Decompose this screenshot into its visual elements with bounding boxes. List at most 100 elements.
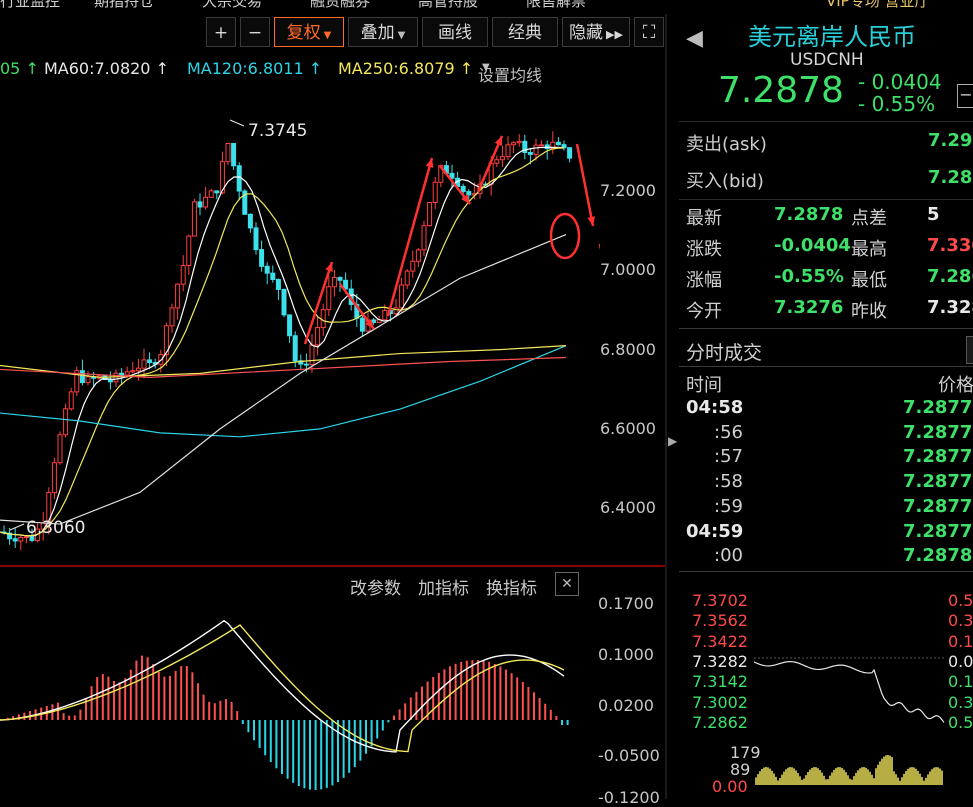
candle-body [359, 317, 365, 332]
mini-pct-label: 0.1 [948, 672, 973, 692]
mini-price-label: 7.2862 [692, 712, 748, 732]
hide-button[interactable]: 隐藏 ▶▶ [562, 17, 630, 47]
pane-divider[interactable] [0, 565, 665, 567]
candle-body [203, 196, 209, 208]
tick-time: :57 [714, 446, 743, 468]
menu-item-2[interactable]: 期指持仓 [94, 0, 154, 11]
candle-body [225, 142, 231, 163]
candle-body [533, 144, 539, 155]
mini-pct-label: 0.0 [948, 651, 973, 671]
ma-line-white [0, 146, 565, 537]
ask-value: 7.290 [928, 130, 973, 151]
stat-label: 点差 [851, 208, 887, 229]
minus-box-icon[interactable]: − [957, 84, 973, 108]
candle-body [460, 185, 466, 193]
hide-label: 隐藏 [569, 23, 604, 43]
tick-price: 7.2877 [903, 495, 973, 517]
tick-time: 04:58 [686, 397, 744, 418]
candle-body [186, 235, 192, 267]
divider [679, 121, 973, 122]
candlestick-chart[interactable] [0, 84, 600, 564]
panel-divider[interactable] [665, 14, 667, 799]
high-price-label: 7.3745 [248, 121, 308, 141]
classic-button[interactable]: 经典 [492, 17, 558, 47]
candle-body [169, 307, 175, 327]
ticks-col-time: 时间 [686, 375, 722, 396]
overlay-dropdown[interactable]: 叠加 ▼ [348, 17, 418, 47]
candle-body [315, 327, 321, 346]
collapse-arrow-icon[interactable]: ▶ [668, 425, 677, 457]
macd-tick-4: -0.0500 [598, 746, 660, 765]
candle-body [410, 260, 416, 272]
divider [679, 199, 973, 200]
ma250-value: MA250:6.8079 ↑ [338, 59, 474, 78]
bid-value: 7.285 [928, 167, 973, 188]
candle-body [124, 371, 130, 376]
macd-chart[interactable] [0, 595, 600, 799]
bid-label: 买入(bid) [686, 171, 764, 192]
candle-body [527, 152, 533, 155]
restore-label: 复权 [286, 23, 321, 43]
menu-item-3[interactable]: 大宗交易 [202, 0, 262, 11]
tick-price: 7.2878 [903, 545, 973, 567]
stat-label: 最高 [851, 239, 887, 260]
tick-time: :00 [714, 545, 743, 567]
tick-time: :56 [714, 421, 743, 443]
candle-body [499, 156, 505, 161]
mini-price-label: 7.3562 [692, 611, 748, 631]
mini-price-label: 7.3282 [692, 651, 748, 671]
fullscreen-icon[interactable]: ⛶ [634, 17, 664, 47]
tick-price: 7.2877 [903, 397, 973, 418]
zoom-out-button[interactable]: − [240, 17, 270, 47]
caret-down-icon: ▼ [397, 30, 406, 41]
ticks-scroll-handle[interactable] [966, 336, 973, 364]
close-icon[interactable]: ✕ [555, 572, 579, 596]
candle-body [555, 141, 561, 146]
candle-body [432, 181, 438, 204]
divider [679, 571, 973, 572]
stat-value: -0.0404 [774, 235, 851, 256]
instrument-code: USDCNH [790, 50, 864, 70]
ma-lines-group [0, 146, 567, 537]
candle-body [399, 284, 405, 309]
stat-value: 7.2878 [774, 204, 844, 225]
ma-line-red [0, 356, 567, 378]
intraday-mini-chart[interactable] [754, 590, 946, 799]
candle-body [281, 288, 287, 316]
prev-instrument-icon[interactable]: ◀ [686, 26, 703, 51]
draw-line-button[interactable]: 画线 [422, 17, 488, 47]
tick-time: :59 [714, 495, 743, 517]
vip-link[interactable]: VIP专场 营业厅 [826, 0, 930, 11]
menu-item-4[interactable]: 融资融券 [310, 0, 370, 11]
candle-body [382, 310, 388, 321]
double-chevron-right-icon: ▶▶ [606, 28, 623, 41]
candle-body [337, 276, 343, 281]
candle-body [309, 344, 315, 366]
candle-body [427, 202, 433, 227]
high-pointer [229, 119, 245, 127]
candle-body [544, 144, 550, 150]
menu-item-5[interactable]: 高管持股 [418, 0, 478, 11]
menu-item-6[interactable]: 限售解禁 [526, 0, 586, 11]
mini-price-label: 7.3142 [692, 672, 748, 692]
y-tick-1: 7.2000 [600, 181, 656, 200]
candle-body [494, 159, 500, 164]
price-change-pct: - 0.55% [858, 92, 936, 116]
candle-body [505, 144, 511, 158]
ma-line-cyan [0, 345, 567, 438]
candles-group [1, 131, 573, 551]
y-tick-4: 6.6000 [600, 419, 656, 438]
restore-rights-dropdown[interactable]: 复权 ▼ [274, 17, 344, 47]
macd-tick-1: 0.1700 [598, 594, 654, 613]
candle-body [130, 370, 136, 373]
candle-body [320, 309, 326, 329]
candle-body [68, 391, 74, 410]
menu-item-1[interactable]: 行业监控 [0, 0, 60, 11]
candle-body [147, 359, 153, 364]
ticks-col-price: 价格 [938, 375, 973, 396]
last-price: 7.2878 [718, 70, 844, 111]
candle-body [191, 201, 197, 237]
candle-body [79, 370, 85, 384]
zoom-in-button[interactable]: + [206, 17, 236, 47]
candle-body [516, 140, 522, 144]
